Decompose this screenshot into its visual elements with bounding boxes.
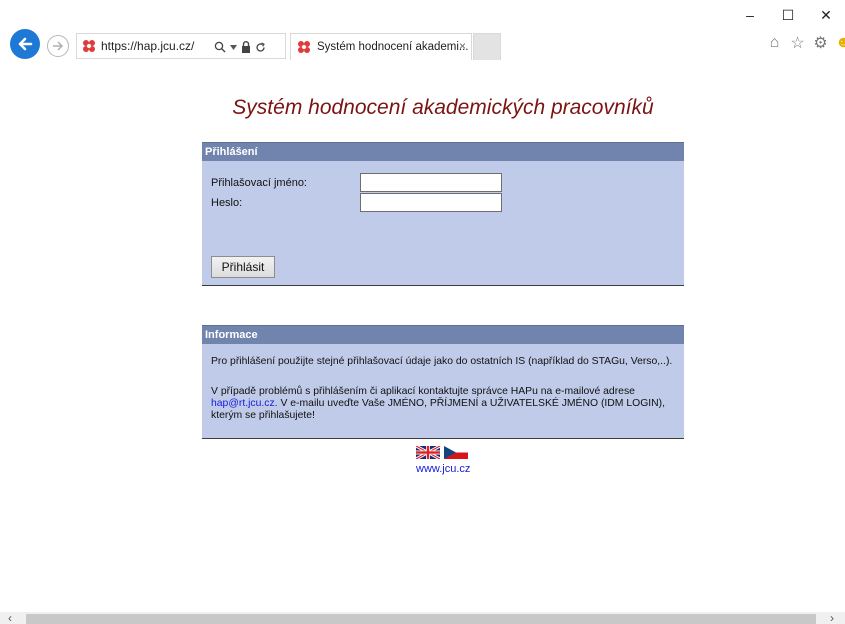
gear-icon[interactable]: ⚙ [812,33,829,53]
scroll-right-icon[interactable]: › [830,612,834,624]
home-icon[interactable]: ⌂ [766,33,783,53]
footer-link-jcu[interactable]: www.jcu.cz [416,463,470,475]
info-panel: Informace Pro přihlášení použijte stejné… [202,325,684,439]
language-switcher [416,446,468,459]
page-title: Systém hodnocení akademických pracovníků [232,96,654,119]
english-flag-icon[interactable] [416,446,440,459]
scroll-left-icon[interactable]: ‹ [8,612,12,624]
tab-active[interactable]: Systém hodnocení akademi... × [290,33,472,60]
url-text[interactable]: https://hap.jcu.cz/ [101,39,194,53]
maximize-button[interactable]: ☐ [769,0,807,30]
search-icon[interactable] [214,41,226,53]
tab-title: Systém hodnocení akademi... [317,41,469,53]
star-icon[interactable]: ☆ [789,33,806,53]
czech-flag-icon[interactable] [444,446,468,459]
info-panel-header: Informace [202,325,684,344]
address-tools [214,37,266,57]
username-label: Přihlašovací jméno: [211,177,307,189]
tab-close-icon[interactable]: × [459,39,466,53]
login-panel-header: Přihlášení [202,142,684,161]
tab-favicon-icon [298,41,310,53]
lock-icon[interactable] [241,41,251,53]
forward-arrow-icon [53,41,64,51]
forward-button[interactable] [47,35,69,57]
support-email-link[interactable]: hap@rt.jcu.cz. [211,398,278,409]
close-window-button[interactable]: ✕ [807,0,845,30]
browser-window: https://hap.jcu.cz/ Systém hodnocení aka… [0,0,845,624]
refresh-icon[interactable] [255,41,266,53]
new-tab-button[interactable] [473,33,501,60]
address-bar[interactable]: https://hap.jcu.cz/ [76,33,286,59]
login-button[interactable]: Přihlásit [211,256,275,278]
smiley-icon[interactable]: ☻ [835,33,845,53]
browser-chrome: https://hap.jcu.cz/ Systém hodnocení aka… [0,0,845,66]
minimize-button[interactable]: – [731,0,769,30]
site-favicon-icon [83,40,95,52]
info-paragraph-2-prefix: V případě problémů s přihlášením či apli… [211,386,635,397]
password-input[interactable] [360,193,502,212]
info-paragraph-2: V případě problémů s přihlášením či apli… [211,386,677,422]
login-panel: Přihlášení Přihlašovací jméno: Heslo: Př… [202,142,684,286]
window-controls: – ☐ ✕ [731,0,845,30]
back-arrow-icon [18,37,33,51]
info-paragraph-2-suffix: V e-mailu uveďte Vaše JMÉNO, PŘÍJMENÍ a … [211,398,666,421]
back-button[interactable] [10,29,40,59]
horizontal-scrollbar[interactable]: ‹ › [0,612,845,624]
dropdown-icon[interactable] [230,44,237,50]
password-label: Heslo: [211,197,243,209]
browser-toolbar: ⌂ ☆ ⚙ ☻ [766,33,845,53]
info-paragraph-1: Pro přihlášení použijte stejné přihlašov… [211,356,673,367]
username-input[interactable] [360,173,502,192]
scrollbar-thumb[interactable] [26,614,816,624]
